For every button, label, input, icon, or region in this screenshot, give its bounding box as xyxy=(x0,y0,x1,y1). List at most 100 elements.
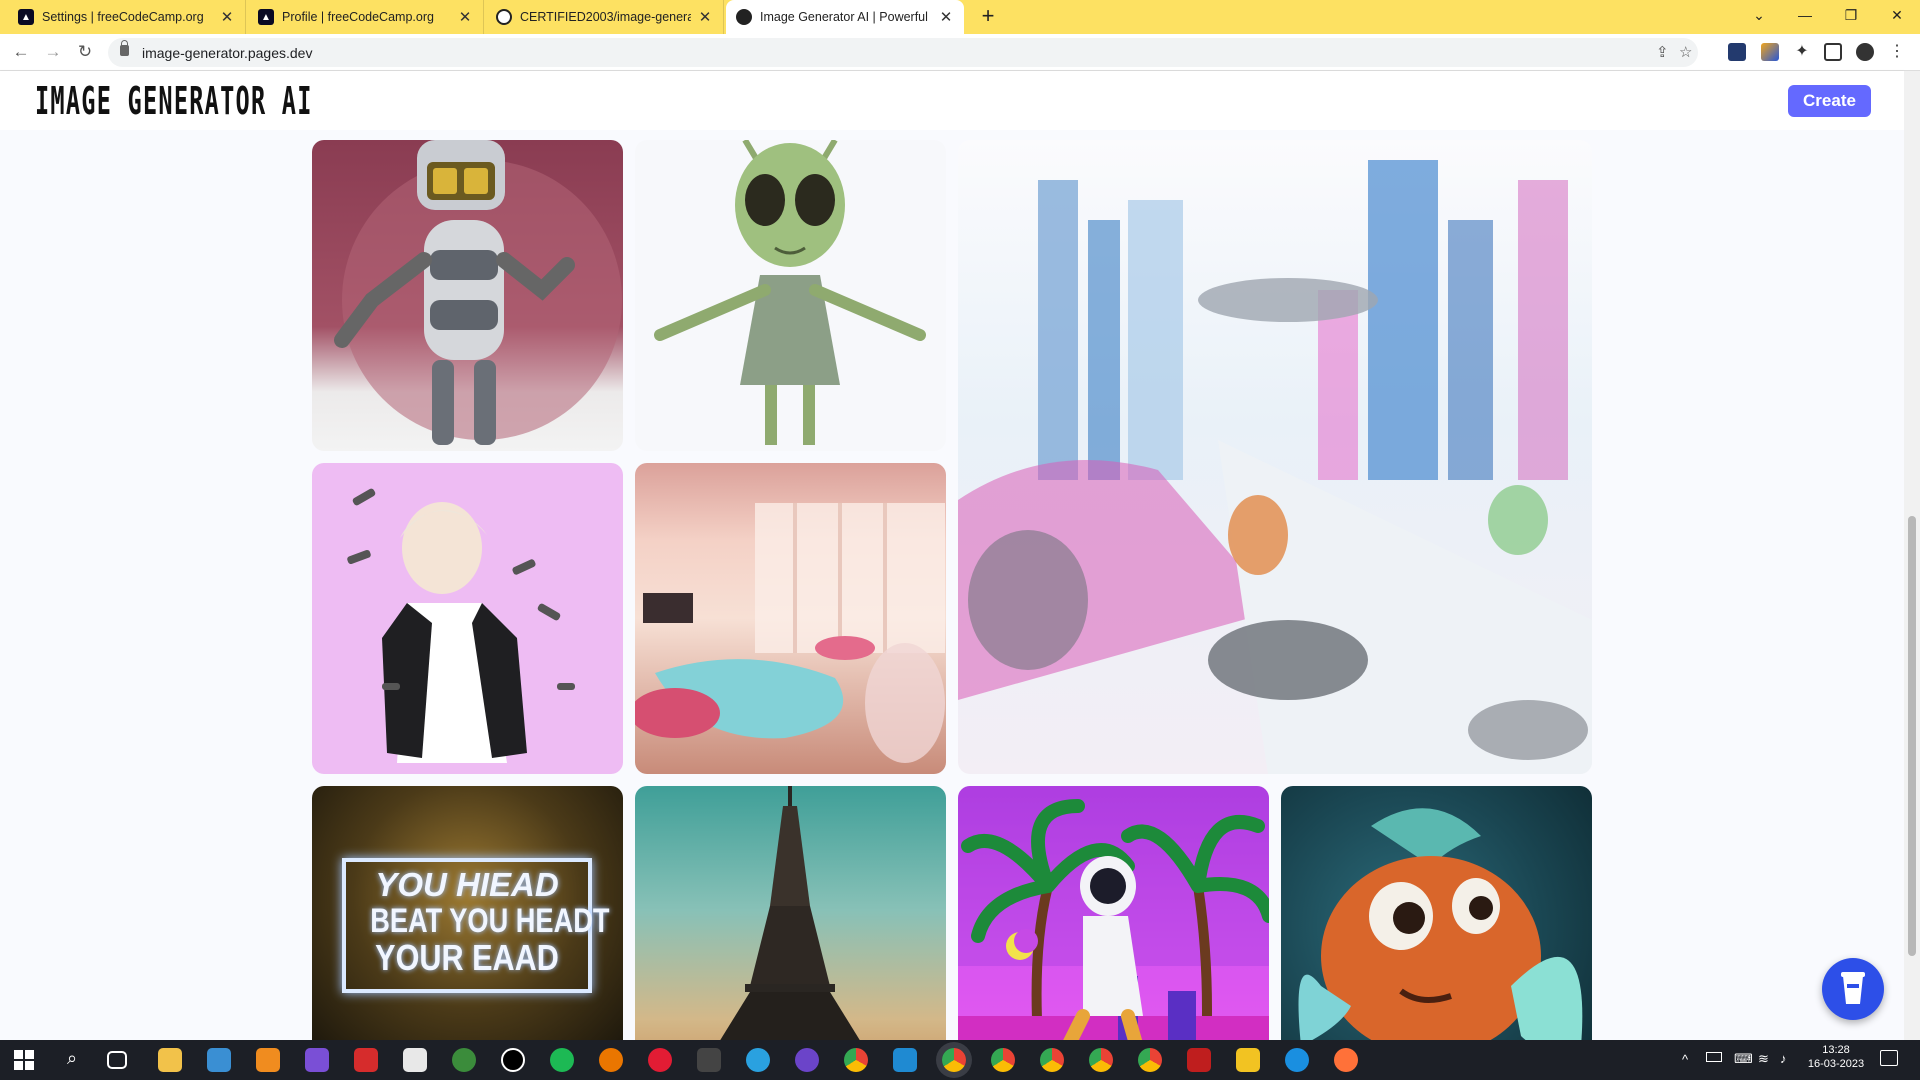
video-editor-icon[interactable] xyxy=(697,1048,721,1072)
address-bar[interactable]: image-generator.pages.dev ⇪ ☆ xyxy=(108,38,1698,67)
search-icon[interactable]: ⌕ xyxy=(60,1048,84,1072)
restore-button[interactable]: ❐ xyxy=(1828,0,1874,34)
close-icon[interactable]: ✕ xyxy=(457,8,473,26)
lock-icon xyxy=(120,40,129,56)
extension-react-icon[interactable] xyxy=(1728,43,1746,61)
clock[interactable]: 13:28 16-03-2023 xyxy=(1806,1044,1866,1070)
chrome-icon[interactable] xyxy=(991,1048,1015,1072)
city-sketch-image xyxy=(958,160,1592,774)
side-panel-icon[interactable] xyxy=(1824,43,1842,61)
chrome-icon[interactable] xyxy=(1089,1048,1113,1072)
site-icon xyxy=(736,9,752,25)
gallery-card-neon-sign[interactable]: YOU HIEAD BEAT YOU HEADT YOUR EAAD xyxy=(312,786,623,1040)
astronaut-palms-image xyxy=(958,786,1269,1040)
extensions-puzzle-icon[interactable]: ✦ xyxy=(1793,43,1811,61)
wifi-icon[interactable]: ≋ xyxy=(1758,1051,1769,1067)
close-icon[interactable]: ✕ xyxy=(219,8,235,26)
gallery-card-portrait[interactable] xyxy=(312,463,623,774)
dev-cpp-icon[interactable] xyxy=(354,1048,378,1072)
sublime-text-icon[interactable] xyxy=(256,1048,280,1072)
tab-title: Profile | freeCodeCamp.org xyxy=(282,10,434,24)
chrome-icon[interactable] xyxy=(1040,1048,1064,1072)
keyboard-icon[interactable]: ⌨ xyxy=(1734,1051,1753,1067)
gallery-card-pool-interior[interactable] xyxy=(635,463,946,774)
reload-icon[interactable]: ↻ xyxy=(71,38,99,66)
site-header: IMAGE GENERATOR AI Create xyxy=(0,71,1904,130)
tab-settings-freecodecamp[interactable]: ▲ Settings | freeCodeCamp.org ✕ xyxy=(8,0,246,34)
app-icon[interactable] xyxy=(648,1048,672,1072)
chrome-icon[interactable] xyxy=(942,1048,966,1072)
github-desktop-icon[interactable] xyxy=(795,1048,819,1072)
file-explorer-icon[interactable] xyxy=(158,1048,182,1072)
close-icon[interactable]: ✕ xyxy=(697,8,713,26)
page-scrollbar[interactable] xyxy=(1904,71,1920,1040)
window-close-button[interactable]: ✕ xyxy=(1874,0,1920,34)
extension-color-icon[interactable] xyxy=(1761,43,1779,61)
tab-profile-freecodecamp[interactable]: ▲ Profile | freeCodeCamp.org ✕ xyxy=(248,0,484,34)
gallery-card-city-sketch[interactable] xyxy=(958,140,1592,774)
gallery-card-robot[interactable] xyxy=(312,140,623,451)
alien-image xyxy=(654,140,926,445)
share-icon[interactable]: ⇪ xyxy=(1656,43,1669,61)
app-icon[interactable] xyxy=(1236,1048,1260,1072)
gallery-card-alien[interactable] xyxy=(635,140,946,451)
new-tab-button[interactable]: + xyxy=(976,5,1000,29)
app-icon[interactable] xyxy=(207,1048,231,1072)
firefox-icon[interactable] xyxy=(1334,1048,1358,1072)
browser-toolbar: ← → ↻ image-generator.pages.dev ⇪ ☆ ✦ ⋮ xyxy=(0,34,1920,71)
freecodecamp-icon: ▲ xyxy=(18,9,34,25)
notepad-icon[interactable] xyxy=(403,1048,427,1072)
battery-icon[interactable] xyxy=(1706,1052,1722,1062)
freecodecamp-icon: ▲ xyxy=(258,9,274,25)
minimize-button[interactable]: — xyxy=(1782,0,1828,34)
eiffel-tower-image xyxy=(720,786,860,1040)
visual-studio-icon[interactable] xyxy=(305,1048,329,1072)
browser-tab-strip: ▲ Settings | freeCodeCamp.org ✕ ▲ Profil… xyxy=(0,0,1920,34)
blender-icon[interactable] xyxy=(599,1048,623,1072)
create-button[interactable]: Create xyxy=(1788,85,1871,117)
unreal-engine-icon[interactable] xyxy=(501,1048,525,1072)
volume-icon[interactable]: ♪ xyxy=(1780,1051,1787,1066)
neon-sign-line: YOU HIEAD xyxy=(375,866,559,903)
fish-image xyxy=(1298,808,1583,1040)
windows-start-icon[interactable] xyxy=(12,1048,36,1072)
url-text: image-generator.pages.dev xyxy=(142,45,313,61)
coffee-cup-icon xyxy=(1841,972,1865,1004)
neon-sign-line: YOUR EAAD xyxy=(375,937,559,978)
forward-arrow-icon[interactable]: → xyxy=(39,38,67,66)
pool-interior-image xyxy=(635,503,945,763)
buy-me-a-coffee-button[interactable] xyxy=(1822,958,1884,1020)
android-studio-icon[interactable] xyxy=(452,1048,476,1072)
chevron-up-icon[interactable]: ^ xyxy=(1682,1052,1688,1067)
back-arrow-icon[interactable]: ← xyxy=(7,38,35,66)
robot-image xyxy=(334,140,622,445)
filezilla-icon[interactable] xyxy=(1187,1048,1211,1072)
gallery-card-astronaut-palms[interactable] xyxy=(958,786,1269,1040)
edge-icon[interactable] xyxy=(1285,1048,1309,1072)
close-icon[interactable]: ✕ xyxy=(938,8,954,26)
chrome-icon[interactable] xyxy=(1138,1048,1162,1072)
tab-title: Image Generator AI | Powerful Im xyxy=(760,10,932,24)
bookmark-star-icon[interactable]: ☆ xyxy=(1679,43,1692,61)
clock-date: 16-03-2023 xyxy=(1807,1058,1865,1070)
tab-image-generator[interactable]: Image Generator AI | Powerful Im ✕ xyxy=(726,0,964,34)
chrome-icon[interactable] xyxy=(844,1048,868,1072)
task-view-icon[interactable] xyxy=(107,1051,127,1069)
spotify-icon[interactable] xyxy=(550,1048,574,1072)
tab-github-repo[interactable]: CERTIFIED2003/image-generator ✕ xyxy=(486,0,724,34)
site-logo[interactable]: IMAGE GENERATOR AI xyxy=(35,79,313,123)
tab-title: Settings | freeCodeCamp.org xyxy=(42,10,204,24)
telegram-icon[interactable] xyxy=(746,1048,770,1072)
browser-menu-icon[interactable]: ⋮ xyxy=(1888,43,1906,61)
vscode-icon[interactable] xyxy=(893,1048,917,1072)
tab-title: CERTIFIED2003/image-generator xyxy=(520,10,691,24)
notifications-icon[interactable] xyxy=(1880,1050,1898,1066)
windows-taskbar: ⌕ ^ ⌨ ≋ ♪ 13:28 16-03-2023 xyxy=(0,1040,1920,1080)
gallery-card-eiffel-tower[interactable] xyxy=(635,786,946,1040)
gallery-card-fish[interactable] xyxy=(1281,786,1592,1040)
github-icon xyxy=(496,9,512,25)
scrollbar-thumb[interactable] xyxy=(1908,516,1916,956)
neon-sign-line: BEAT YOU HEADT xyxy=(370,902,610,940)
profile-avatar[interactable] xyxy=(1856,43,1874,61)
tab-search-icon[interactable]: ⌄ xyxy=(1736,0,1782,34)
